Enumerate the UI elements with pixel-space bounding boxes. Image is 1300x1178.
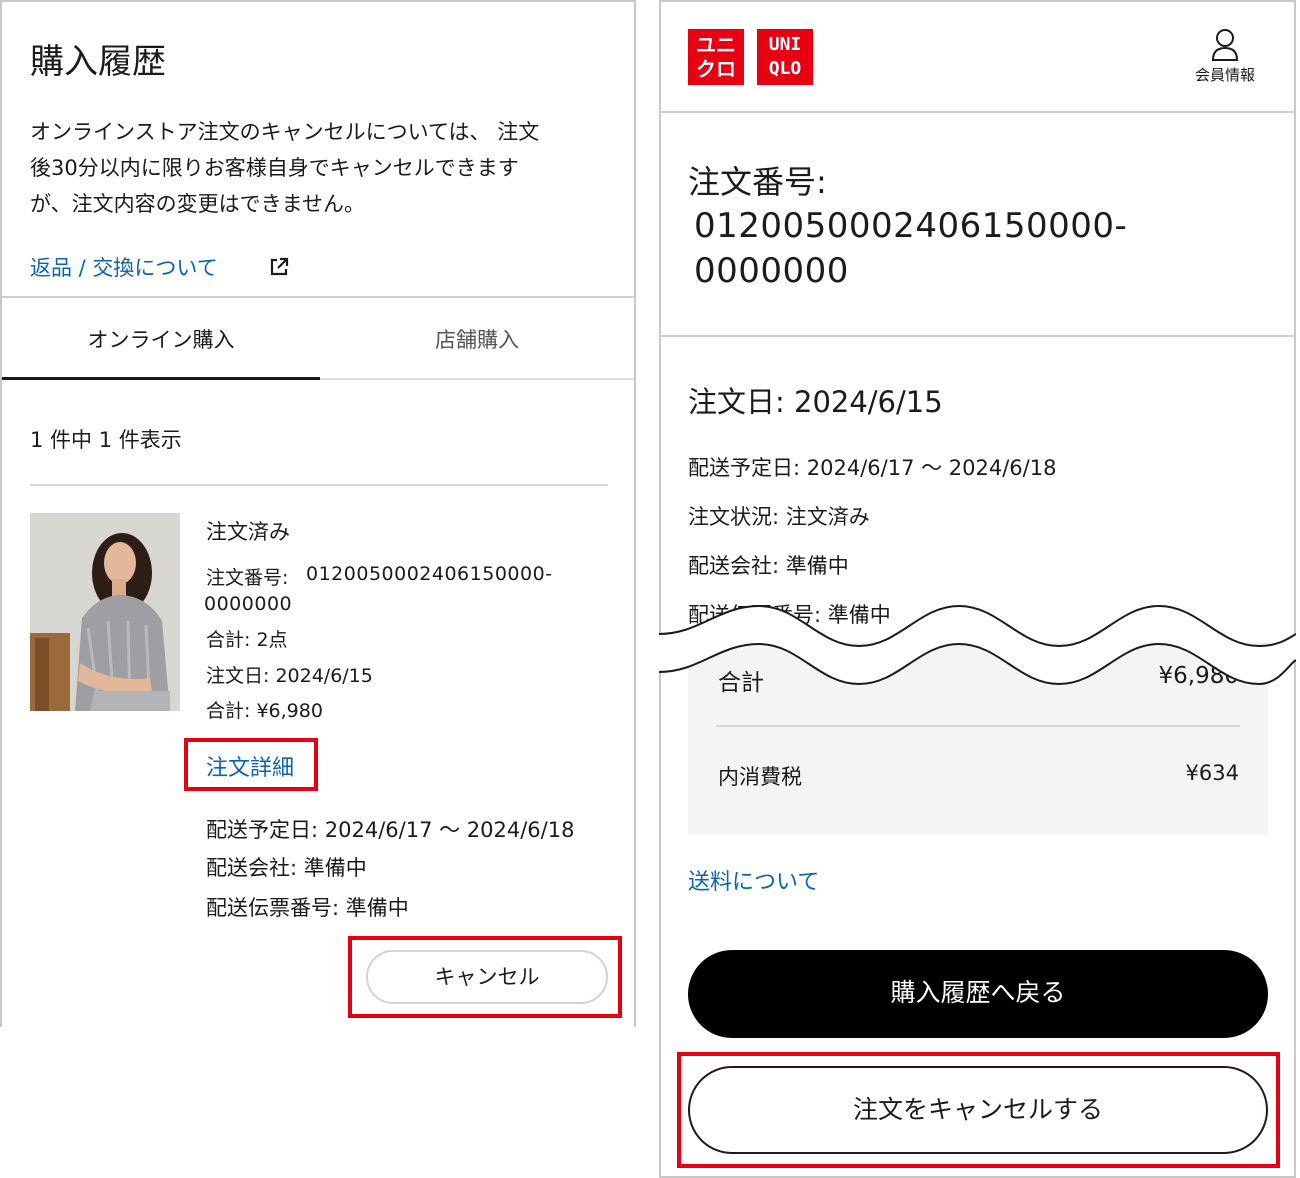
uniqlo-logo-en[interactable]: UNI QLO bbox=[757, 29, 813, 85]
tab-online-label: オンライン購入 bbox=[87, 328, 235, 352]
notice-line: 後30分以内に限りお客様自身でキャンセルできます bbox=[30, 156, 519, 180]
order-history-panel: 購入履歴 オンラインストア注文のキャンセルについては、 注文 後30分以内に限り… bbox=[0, 0, 636, 1027]
order-number-label: 注文番号: bbox=[688, 163, 827, 201]
highlight-box bbox=[677, 1052, 1280, 1168]
tab-store-label: 店舗購入 bbox=[435, 328, 519, 352]
divider bbox=[30, 484, 608, 486]
order-status: 注文済み bbox=[206, 520, 290, 544]
cancel-notice: オンラインストア注文のキャンセルについては、 注文 後30分以内に限りお客様自身… bbox=[30, 114, 620, 222]
member-info-button[interactable]: 会員情報 bbox=[1185, 28, 1265, 85]
result-count: 1 件中 1 件表示 bbox=[30, 428, 182, 452]
order-status: 注文状況: 注文済み bbox=[688, 505, 870, 529]
logo-text: QLO bbox=[768, 58, 802, 79]
carrier: 配送会社: 準備中 bbox=[206, 856, 367, 880]
order-number: 0120050002406150000- bbox=[306, 563, 553, 585]
uniqlo-logo-jp[interactable]: ユニ クロ bbox=[688, 29, 744, 85]
order-number-cont: 0000000 bbox=[694, 251, 849, 291]
order-total: 合計: ¥6,980 bbox=[206, 700, 323, 722]
returns-link-label: 返品 / 交換について bbox=[30, 256, 218, 280]
member-info-label: 会員情報 bbox=[1194, 66, 1255, 84]
logo-text: ユニ bbox=[696, 33, 736, 57]
page-title: 購入履歴 bbox=[30, 42, 166, 82]
order-quantity: 合計: 2点 bbox=[206, 629, 288, 651]
product-image[interactable] bbox=[30, 513, 180, 711]
summary-tax-label: 内消費税 bbox=[718, 765, 802, 789]
highlight-box bbox=[184, 738, 318, 791]
tab-online[interactable]: オンライン購入 bbox=[2, 324, 320, 354]
torn-edge-divider bbox=[659, 604, 1296, 686]
delivery-date: 配送予定日: 2024/6/17 ～ 2024/6/18 bbox=[206, 818, 575, 842]
shipping-info-link[interactable]: 送料について bbox=[688, 864, 819, 896]
order-number-cont: 0000000 bbox=[204, 593, 293, 615]
back-to-history-button[interactable]: 購入履歴へ戻る bbox=[688, 950, 1268, 1038]
tracking-number: 配送伝票番号: 準備中 bbox=[206, 896, 409, 920]
order-number: 0120050002406150000- bbox=[694, 206, 1128, 246]
notice-line: オンラインストア注文のキャンセルについては、 注文 bbox=[30, 120, 540, 144]
external-link-icon[interactable] bbox=[268, 256, 290, 282]
shipping-info-label: 送料について bbox=[688, 870, 820, 895]
order-detail-panel: ユニ クロ UNI QLO 会員情報 注文番号: 012005000240615… bbox=[659, 0, 1296, 1178]
order-date: 注文日: 2024/6/15 bbox=[206, 665, 373, 687]
order-date: 注文日: 2024/6/15 bbox=[688, 385, 943, 419]
logo-text: UNI bbox=[768, 34, 802, 55]
notice-line: が、注文内容の変更はできません。 bbox=[30, 192, 365, 216]
summary-tax-value: ¥634 bbox=[1185, 761, 1239, 785]
highlight-box bbox=[348, 936, 622, 1018]
carrier: 配送会社: 準備中 bbox=[688, 554, 849, 578]
divider bbox=[661, 111, 1294, 113]
logo-text: クロ bbox=[696, 57, 736, 81]
back-to-history-label: 購入履歴へ戻る bbox=[890, 978, 1066, 1007]
divider bbox=[716, 725, 1240, 727]
tab-store[interactable]: 店舗購入 bbox=[320, 324, 634, 354]
divider bbox=[2, 296, 634, 298]
returns-link[interactable]: 返品 / 交換について bbox=[30, 252, 218, 282]
delivery-date: 配送予定日: 2024/6/17 ～ 2024/6/18 bbox=[688, 456, 1057, 480]
divider bbox=[661, 335, 1294, 337]
order-number-label: 注文番号: bbox=[206, 567, 289, 589]
